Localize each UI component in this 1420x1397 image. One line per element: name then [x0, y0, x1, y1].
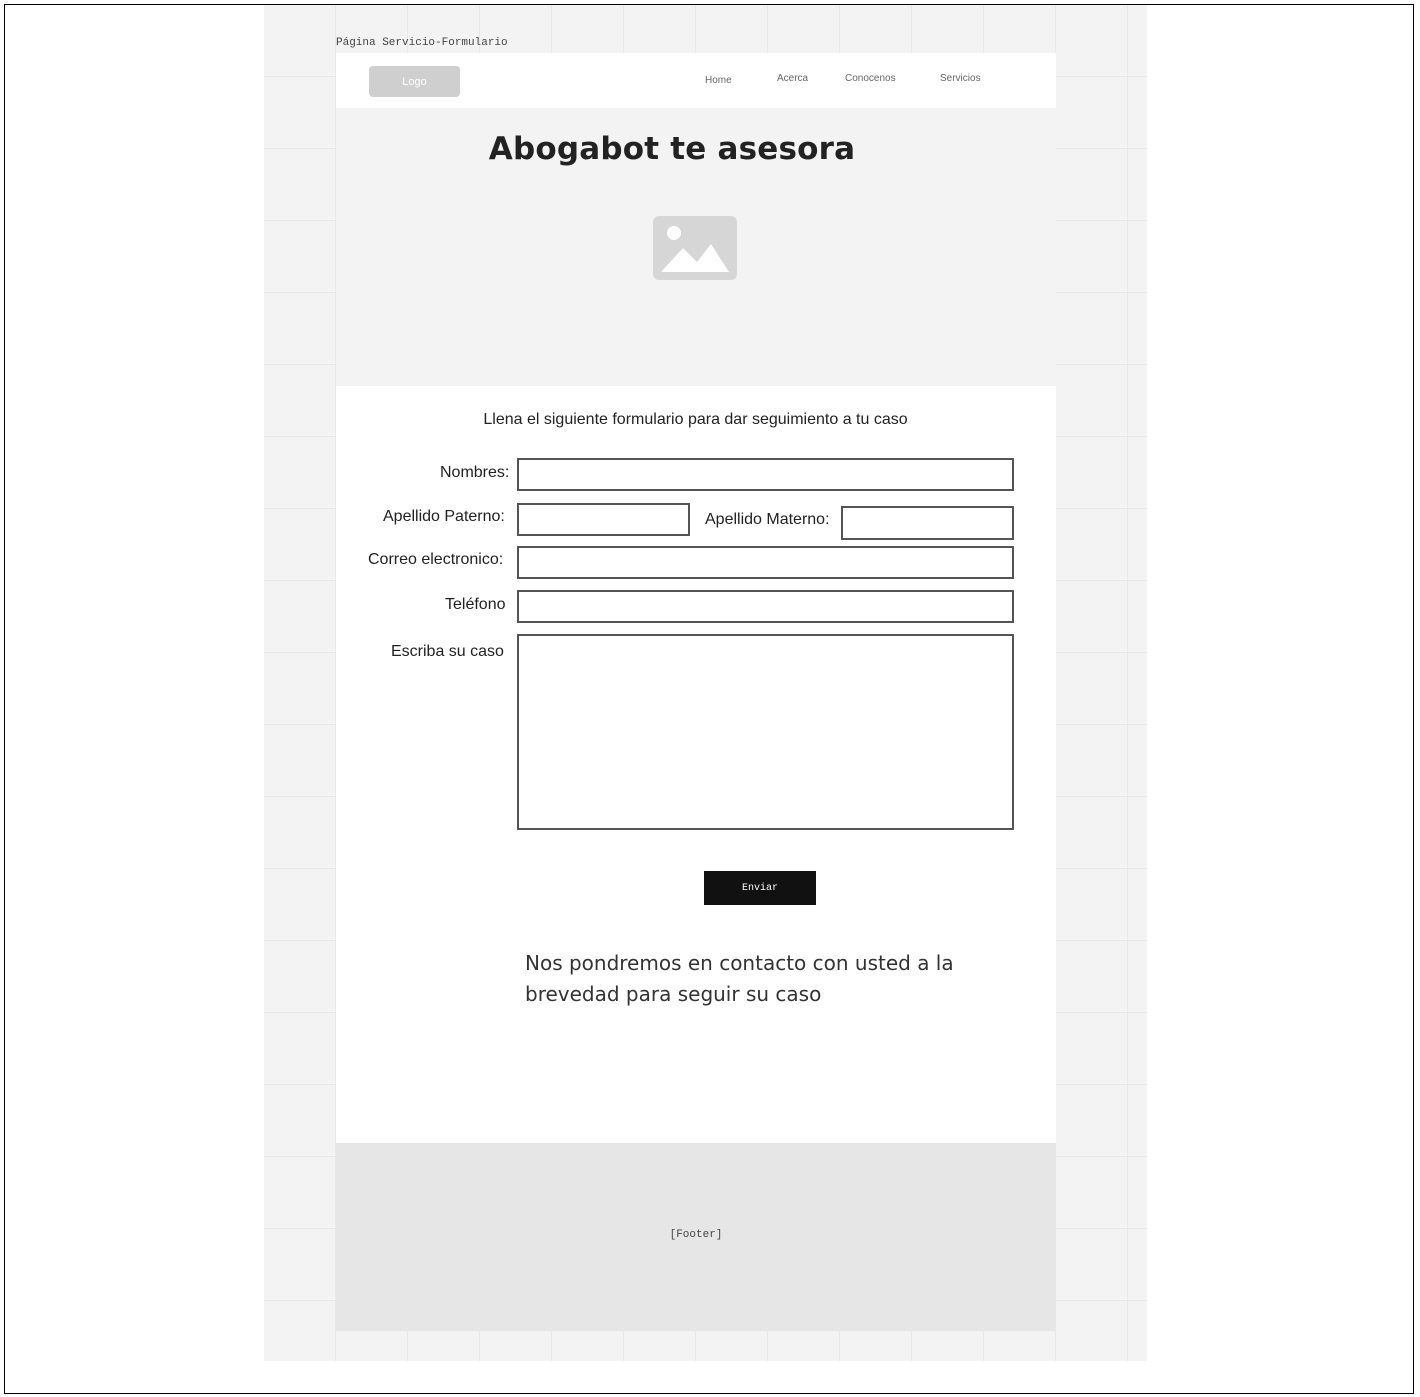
nav-acerca[interactable]: Acerca — [777, 73, 808, 84]
logo[interactable]: Logo — [369, 66, 460, 97]
label-telefono: Teléfono — [445, 596, 506, 613]
contact-message: Nos pondremos en contacto con usted a la… — [525, 951, 954, 1006]
hero-section: Abogabot te asesora — [336, 108, 1056, 386]
nav-conocenos[interactable]: Conocenos — [845, 73, 896, 84]
page-title: Abogabot te asesora — [488, 131, 856, 167]
page-frame: Logo Home Acerca Conocenos Servicios Abo… — [336, 53, 1056, 1331]
frame-label: Página Servicio-Formulario — [336, 37, 508, 49]
nombres-input[interactable] — [517, 458, 1014, 491]
nav-servicios[interactable]: Servicios — [940, 73, 981, 84]
footer-placeholder: [Footer] — [669, 1229, 723, 1241]
correo-input[interactable] — [517, 546, 1014, 579]
apellido-materno-input[interactable] — [841, 506, 1014, 540]
label-apellido-paterno: Apellido Paterno: — [383, 508, 505, 525]
site-footer: [Footer] — [336, 1143, 1056, 1331]
caso-textarea[interactable] — [517, 634, 1014, 830]
apellido-paterno-input[interactable] — [517, 503, 690, 536]
telefono-input[interactable] — [517, 590, 1014, 623]
form-intro: Llena el siguiente formulario para dar s… — [335, 411, 1055, 429]
submit-button[interactable]: Enviar — [704, 871, 816, 905]
form-intro-text: Llena el siguiente formulario para dar s… — [483, 411, 908, 428]
label-apellido-materno: Apellido Materno: — [705, 511, 830, 528]
label-correo: Correo electronico: — [368, 551, 504, 568]
image-placeholder-icon — [653, 216, 737, 280]
label-caso: Escriba su caso — [391, 643, 504, 660]
site-header: Logo Home Acerca Conocenos Servicios — [336, 53, 1056, 108]
label-nombres: Nombres: — [440, 464, 510, 481]
nav-home[interactable]: Home — [705, 75, 732, 86]
